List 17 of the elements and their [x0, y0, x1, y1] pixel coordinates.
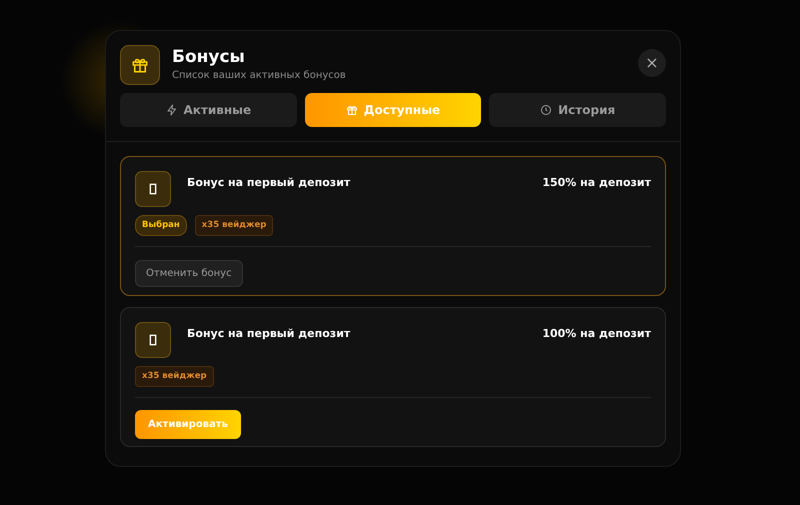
- dialog-subtitle: Список ваших активных бонусов: [172, 68, 347, 83]
- dialog-title: Бонусы: [172, 47, 246, 68]
- bonus-title: Бонус на первый депозит: [187, 175, 352, 191]
- lightning-icon: [166, 104, 178, 116]
- gift-icon: [346, 104, 358, 116]
- clock-icon: [540, 104, 552, 116]
- bonus-amount: 100% на депозит: [542, 326, 651, 342]
- tab[interactable]: Активные: [120, 93, 297, 127]
- wager-tag: x35 вейджер: [135, 366, 214, 387]
- status-badge: Выбран: [135, 215, 187, 236]
- close-button[interactable]: ×: [638, 49, 666, 77]
- bonus-title: Бонус на первый депозит: [187, 326, 352, 342]
- cancel-button[interactable]: Отменить бонус: [135, 260, 243, 287]
- gift-icon: [131, 56, 149, 74]
- tab[interactable]: История: [489, 93, 666, 127]
- wager-tag: x35 вейджер: [194, 215, 274, 236]
- bonus-amount: 150% на депозит: [542, 175, 651, 191]
